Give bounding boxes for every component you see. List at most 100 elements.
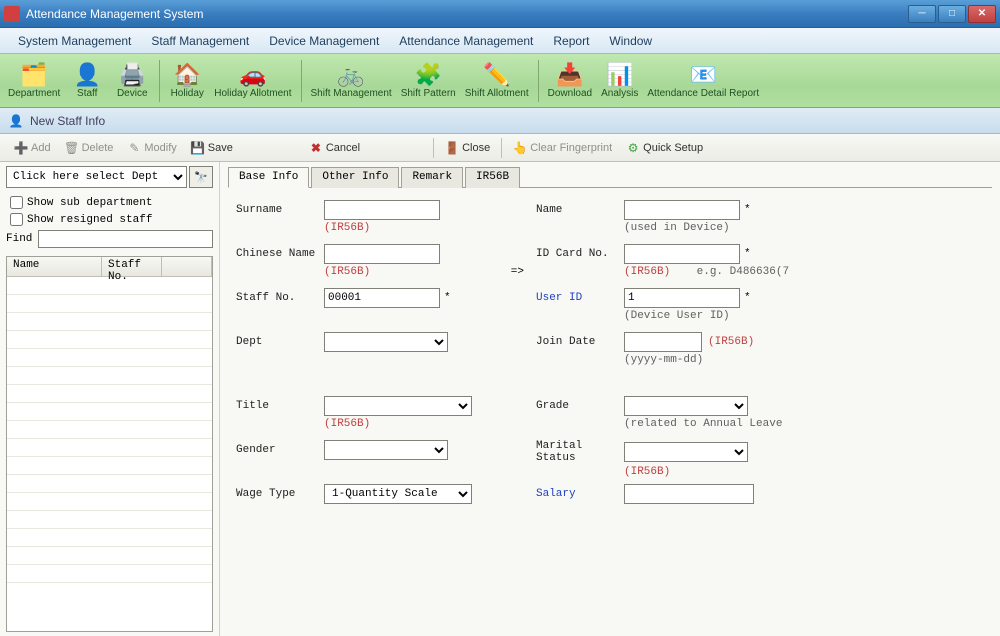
- main-toolbar: 🗂️ Department 👤 Staff 🖨️ Device 🏠 Holida…: [0, 54, 1000, 108]
- salary-input[interactable]: [624, 484, 754, 504]
- surname-hint: (IR56B): [324, 222, 496, 234]
- grade-select[interactable]: [624, 396, 748, 416]
- surname-label: Surname: [236, 204, 324, 216]
- tab-other-info[interactable]: Other Info: [311, 167, 399, 188]
- toolbar-analysis[interactable]: 📊 Analysis: [597, 57, 642, 105]
- table-row[interactable]: [7, 385, 212, 403]
- toolbar-download[interactable]: 📥 Download: [544, 57, 596, 105]
- column-header-blank: [162, 257, 212, 276]
- table-row[interactable]: [7, 439, 212, 457]
- toolbar-attendance-detail-report[interactable]: 📧 Attendance Detail Report: [643, 57, 763, 105]
- action-bar: ➕ Add 🗑 Delete ✎ Modify 💾 Save ✖ Cancel …: [0, 134, 1000, 162]
- surname-input[interactable]: [324, 200, 440, 220]
- id-card-hint: (IR56B): [624, 266, 670, 278]
- binoculars-icon: 🔭: [194, 171, 208, 184]
- window-close-button[interactable]: ✕: [968, 5, 996, 23]
- add-button: ➕ Add: [8, 137, 57, 159]
- id-card-label: ID Card No.: [536, 248, 624, 260]
- menu-window[interactable]: Window: [599, 30, 662, 52]
- menu-system-management[interactable]: System Management: [8, 30, 141, 52]
- tab-ir56b[interactable]: IR56B: [465, 167, 520, 188]
- marital-select[interactable]: [624, 442, 748, 462]
- folder-icon: 🗂️: [20, 62, 48, 88]
- panel-title: 👤 New Staff Info: [0, 108, 1000, 134]
- minimize-button[interactable]: ─: [908, 5, 936, 23]
- toolbar-device[interactable]: 🖨️ Device: [110, 57, 154, 105]
- toolbar-staff[interactable]: 👤 Staff: [65, 57, 109, 105]
- table-row[interactable]: [7, 457, 212, 475]
- staff-no-input[interactable]: [324, 288, 440, 308]
- table-row[interactable]: [7, 367, 212, 385]
- table-row[interactable]: [7, 313, 212, 331]
- show-resigned-row[interactable]: Show resigned staff: [6, 211, 213, 228]
- cancel-button[interactable]: ✖ Cancel: [303, 137, 366, 159]
- gear-icon: ⚙: [626, 141, 640, 155]
- dept-label: Dept: [236, 336, 324, 348]
- user-id-hint: (Device User ID): [624, 310, 796, 322]
- table-row[interactable]: [7, 403, 212, 421]
- action-separator: [501, 138, 502, 158]
- table-row[interactable]: [7, 331, 212, 349]
- toolbar-separator: [301, 60, 302, 102]
- gender-select[interactable]: [324, 440, 448, 460]
- join-date-input[interactable]: [624, 332, 702, 352]
- table-row[interactable]: [7, 277, 212, 295]
- toolbar-department[interactable]: 🗂️ Department: [4, 57, 64, 105]
- search-dept-button[interactable]: 🔭: [189, 166, 213, 188]
- table-row[interactable]: [7, 547, 212, 565]
- id-card-input[interactable]: [624, 244, 740, 264]
- required-star: *: [444, 292, 451, 304]
- title-select[interactable]: [324, 396, 472, 416]
- marital-hint: (IR56B): [624, 466, 796, 478]
- table-row[interactable]: [7, 349, 212, 367]
- app-icon: [4, 6, 20, 22]
- maximize-button[interactable]: □: [938, 5, 966, 23]
- table-row[interactable]: [7, 295, 212, 313]
- column-header-name[interactable]: Name: [7, 257, 102, 276]
- marital-label: Marital Status: [536, 440, 624, 464]
- table-row[interactable]: [7, 493, 212, 511]
- save-button[interactable]: 💾 Save: [185, 137, 239, 159]
- house-icon: 🏠: [173, 62, 201, 88]
- user-id-input[interactable]: [624, 288, 740, 308]
- toolbar-shift-allotment[interactable]: ✏️ Shift Allotment: [461, 57, 533, 105]
- find-input[interactable]: [38, 230, 213, 248]
- toolbar-holiday[interactable]: 🏠 Holiday: [165, 57, 209, 105]
- department-select[interactable]: Click here select Dept: [6, 166, 187, 188]
- chart-icon: 📊: [606, 62, 634, 88]
- table-row[interactable]: [7, 475, 212, 493]
- name-hint: (used in Device): [624, 222, 796, 234]
- show-sub-dept-row[interactable]: Show sub department: [6, 194, 213, 211]
- download-icon: 📥: [556, 62, 584, 88]
- quick-setup-button[interactable]: ⚙ Quick Setup: [620, 137, 709, 159]
- table-row[interactable]: [7, 511, 212, 529]
- required-star: *: [744, 248, 751, 260]
- table-row[interactable]: [7, 529, 212, 547]
- menu-device-management[interactable]: Device Management: [259, 30, 389, 52]
- menu-staff-management[interactable]: Staff Management: [141, 30, 259, 52]
- menu-attendance-management[interactable]: Attendance Management: [389, 30, 543, 52]
- dept-select[interactable]: [324, 332, 448, 352]
- show-sub-dept-checkbox[interactable]: [10, 196, 23, 209]
- menu-report[interactable]: Report: [543, 30, 599, 52]
- tab-remark[interactable]: Remark: [401, 167, 463, 188]
- join-date-label: Join Date: [536, 336, 624, 348]
- toolbar-shift-pattern[interactable]: 🧩 Shift Pattern: [397, 57, 460, 105]
- name-input[interactable]: [624, 200, 740, 220]
- cancel-x-icon: ✖: [309, 141, 323, 155]
- chinese-name-input[interactable]: [324, 244, 440, 264]
- staff-list-table: Name Staff No.: [6, 256, 213, 632]
- table-row[interactable]: [7, 421, 212, 439]
- close-button[interactable]: 🚪 Close: [439, 137, 496, 159]
- car-icon: 🚗: [239, 62, 267, 88]
- wage-type-select[interactable]: 1-Quantity Scale: [324, 484, 472, 504]
- tab-strip: Base Info Other Info Remark IR56B: [228, 166, 992, 188]
- table-row[interactable]: [7, 565, 212, 583]
- trash-icon: 🗑: [65, 141, 79, 155]
- column-header-staff-no[interactable]: Staff No.: [102, 257, 162, 276]
- show-resigned-checkbox[interactable]: [10, 213, 23, 226]
- toolbar-shift-management[interactable]: 🚲 Shift Management: [307, 57, 396, 105]
- toolbar-holiday-allotment[interactable]: 🚗 Holiday Allotment: [210, 57, 295, 105]
- tab-base-info[interactable]: Base Info: [228, 167, 309, 188]
- mail-icon: 📧: [689, 62, 717, 88]
